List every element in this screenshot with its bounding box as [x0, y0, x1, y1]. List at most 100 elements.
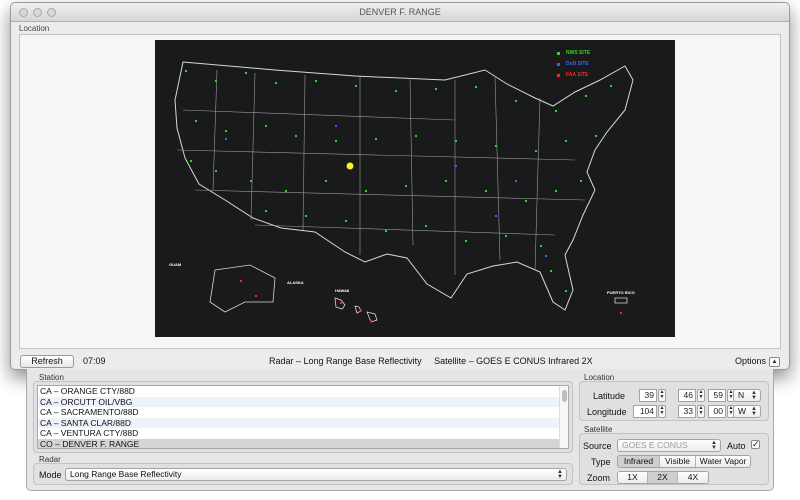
nws-site-marker[interactable]	[495, 145, 497, 147]
longitude-minutes-field[interactable]: 33	[678, 405, 696, 418]
nws-site-marker[interactable]	[610, 85, 612, 87]
station-list[interactable]: CA – ORANGE CTY/88D CA – ORCUTT OIL/VBG …	[37, 385, 569, 449]
nws-site-marker[interactable]	[335, 140, 337, 142]
nws-site-marker[interactable]	[275, 82, 277, 84]
nws-site-marker[interactable]	[435, 88, 437, 90]
zoom-window-button[interactable]	[47, 8, 56, 17]
nws-site-marker[interactable]	[525, 200, 527, 202]
type-infrared-segment[interactable]: Infrared	[618, 456, 660, 467]
longitude-minutes-stepper[interactable]: ▲ ▼	[697, 405, 705, 418]
station-list-item-selected[interactable]: CO – DENVER F. RANGE	[38, 438, 568, 448]
longitude-seconds-field[interactable]: 00	[708, 405, 726, 418]
nws-site-marker[interactable]	[375, 138, 377, 140]
type-water-vapor-segment[interactable]: Water Vapor	[696, 456, 750, 467]
main-window: DENVER F. RANGE Location NWS SITE DoD SI…	[10, 2, 790, 370]
nws-site-marker[interactable]	[565, 290, 567, 292]
nws-site-marker[interactable]	[515, 100, 517, 102]
nws-site-marker[interactable]	[285, 190, 287, 192]
latitude-degrees-field[interactable]: 39	[639, 389, 657, 402]
dod-site-marker[interactable]	[545, 255, 547, 257]
nws-site-marker[interactable]	[485, 190, 487, 192]
nws-site-marker[interactable]	[535, 150, 537, 152]
station-list-item[interactable]: CA – VENTURA CTY/88D	[38, 428, 568, 439]
faa-site-marker[interactable]	[240, 280, 242, 282]
nws-site-marker[interactable]	[265, 125, 267, 127]
zoom-2x-segment[interactable]: 2X	[648, 472, 678, 483]
dod-site-marker[interactable]	[515, 180, 517, 182]
dod-site-marker[interactable]	[225, 138, 227, 140]
nws-site-marker[interactable]	[215, 170, 217, 172]
zoom-1x-segment[interactable]: 1X	[618, 472, 648, 483]
options-toggle-icon[interactable]: ▲	[769, 357, 780, 367]
nws-site-marker[interactable]	[580, 180, 582, 182]
latitude-degrees-stepper[interactable]: ▲ ▼	[658, 389, 666, 402]
faa-site-marker[interactable]	[360, 310, 362, 312]
nws-site-marker[interactable]	[345, 220, 347, 222]
nws-site-marker[interactable]	[565, 140, 567, 142]
close-window-button[interactable]	[19, 8, 28, 17]
faa-site-marker[interactable]	[370, 320, 372, 322]
faa-site-marker[interactable]	[340, 302, 342, 304]
longitude-degrees-stepper[interactable]: ▲ ▼	[658, 405, 666, 418]
longitude-hemisphere-select[interactable]: W ▲ ▼	[733, 405, 761, 418]
nws-legend-dot	[557, 51, 560, 55]
nws-site-marker[interactable]	[250, 180, 252, 182]
latitude-minutes-field[interactable]: 46	[678, 389, 696, 402]
nws-site-marker[interactable]	[225, 130, 227, 132]
nws-site-marker[interactable]	[595, 135, 597, 137]
nws-site-marker[interactable]	[245, 72, 247, 74]
minimize-window-button[interactable]	[33, 8, 42, 17]
nws-site-marker[interactable]	[550, 270, 552, 272]
auto-checkbox[interactable]: ✓	[751, 440, 760, 449]
latitude-minutes-stepper[interactable]: ▲ ▼	[697, 389, 705, 402]
station-list-item[interactable]: CA – ORCUTT OIL/VBG	[38, 396, 568, 408]
nws-site-marker[interactable]	[315, 80, 317, 82]
type-visible-segment[interactable]: Visible	[660, 456, 696, 467]
nws-site-marker[interactable]	[385, 230, 387, 232]
nws-site-marker[interactable]	[355, 85, 357, 87]
latitude-hemisphere-select[interactable]: N ▲ ▼	[733, 389, 761, 402]
zoom-4x-segment[interactable]: 4X	[678, 472, 708, 483]
nws-site-marker[interactable]	[475, 86, 477, 88]
station-list-item[interactable]: CA – SANTA CLAR/88D	[38, 417, 568, 429]
latitude-seconds-field[interactable]: 59	[708, 389, 726, 402]
nws-site-marker[interactable]	[555, 110, 557, 112]
station-list-item[interactable]: CA – SACRAMENTO/88D	[38, 407, 568, 418]
nws-site-marker[interactable]	[295, 135, 297, 137]
nws-site-marker[interactable]	[395, 90, 397, 92]
station-list-item[interactable]: CA – ORANGE CTY/88D	[38, 386, 568, 397]
scrollbar-thumb[interactable]	[562, 390, 567, 402]
radar-mode-select[interactable]: Long Range Base Reflectivity ▲ ▼	[65, 468, 567, 481]
nws-site-marker[interactable]	[555, 190, 557, 192]
nws-site-marker[interactable]	[325, 180, 327, 182]
nws-site-marker[interactable]	[265, 210, 267, 212]
faa-site-marker[interactable]	[620, 312, 622, 314]
satellite-zoom-segmented-control: 1X 2X 4X	[617, 471, 709, 484]
nws-site-marker[interactable]	[185, 70, 187, 72]
station-list-scrollbar[interactable]	[559, 386, 568, 448]
nws-site-marker[interactable]	[305, 215, 307, 217]
nws-site-marker[interactable]	[455, 140, 457, 142]
nws-site-marker[interactable]	[215, 80, 217, 82]
nws-site-marker[interactable]	[365, 190, 367, 192]
dod-site-marker[interactable]	[335, 125, 337, 127]
nws-site-marker[interactable]	[445, 180, 447, 182]
us-radar-map[interactable]: NWS SITE DoD SITE FAA SITE GUAM ALASKA H…	[155, 40, 675, 337]
nws-site-marker[interactable]	[415, 135, 417, 137]
faa-site-marker[interactable]	[255, 295, 257, 297]
window-title: DENVER F. RANGE	[359, 7, 441, 17]
dod-site-marker[interactable]	[495, 215, 497, 217]
nws-site-marker[interactable]	[190, 160, 192, 162]
satellite-source-select[interactable]: GOES E CONUS ▲ ▼	[617, 439, 721, 452]
nws-site-marker[interactable]	[465, 240, 467, 242]
nws-site-marker[interactable]	[405, 185, 407, 187]
nws-site-marker[interactable]	[585, 95, 587, 97]
nws-site-marker[interactable]	[505, 235, 507, 237]
nws-site-marker[interactable]	[195, 120, 197, 122]
nws-site-marker[interactable]	[540, 245, 542, 247]
dod-site-marker[interactable]	[455, 165, 457, 167]
nws-site-marker[interactable]	[425, 225, 427, 227]
longitude-degrees-field[interactable]: 104	[633, 405, 657, 418]
refresh-button[interactable]: Refresh	[20, 355, 74, 368]
title-bar: DENVER F. RANGE	[11, 3, 789, 22]
